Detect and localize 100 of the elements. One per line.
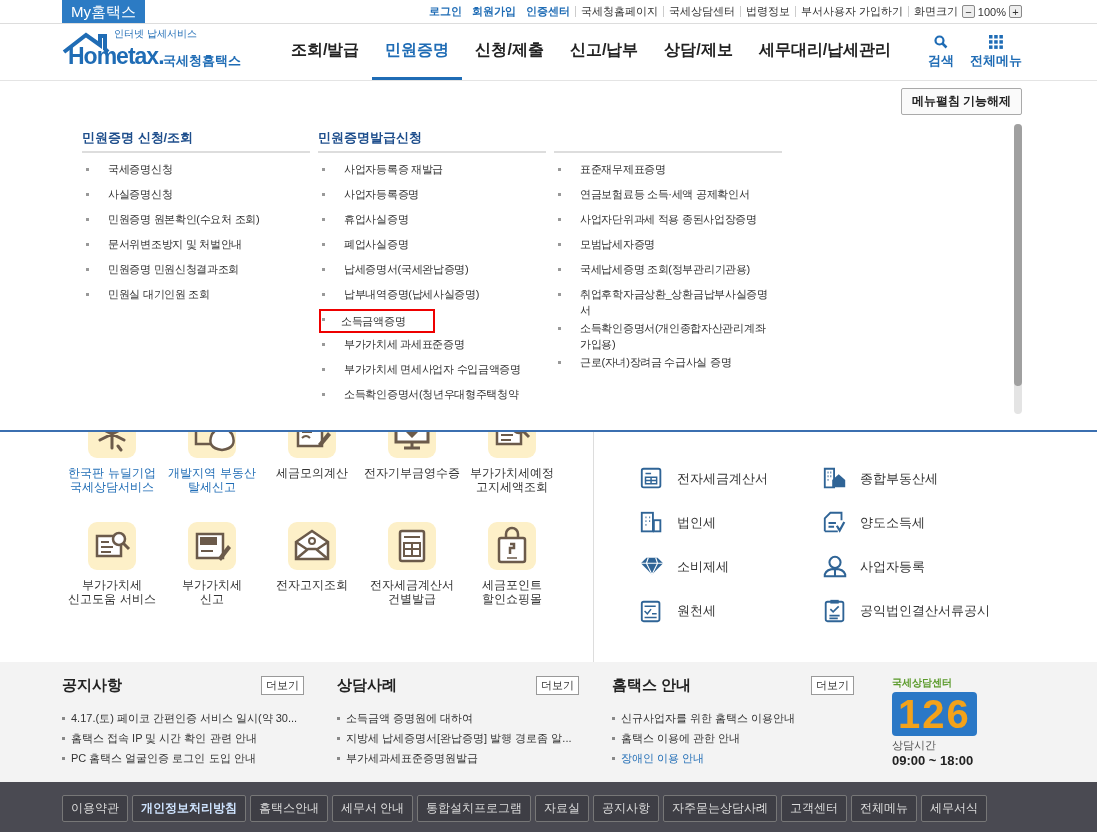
tax-link[interactable]: 사업자등록 [860, 558, 925, 576]
notice-link[interactable]: 지방세 납세증명서[완납증명] 발행 경로좀 알... [346, 730, 572, 746]
footer-link[interactable]: 자주묻는상담사례 [663, 795, 778, 822]
nav-tab[interactable]: 신청/제출 [462, 24, 557, 80]
nav-tab[interactable]: 상담/제보 [651, 24, 746, 80]
bullet-icon [322, 293, 325, 296]
top-link[interactable]: 법령정보 [739, 6, 795, 17]
zoom-out-button[interactable]: − [961, 5, 975, 18]
menu-link[interactable]: 국세납세증명 조회(정부관리기관용) [575, 259, 755, 279]
service-link[interactable]: 전자고지조회 [276, 578, 348, 620]
top-link[interactable]: 회원가입 [466, 6, 521, 17]
logo-name[interactable]: 국세청홈택스 [163, 52, 241, 70]
bullet-icon [558, 361, 561, 364]
service-link[interactable]: 한국판 뉴딜기업 국세상담서비스 [68, 466, 156, 508]
menu-link[interactable]: 표준재무제표증명 [575, 159, 671, 179]
more-button[interactable]: 더보기 [536, 676, 579, 695]
notice-link[interactable]: PC 홈택스 얼굴인증 로그인 도입 안내 [71, 750, 256, 766]
menu-link[interactable]: 부가가치세 과세표준증명 [339, 334, 470, 354]
service-link[interactable]: 세금포인트 할인쇼핑몰 [482, 578, 542, 620]
menu-link[interactable]: 납세증명서(국세완납증명) [339, 259, 474, 279]
nav-tab[interactable]: 민원증명 [372, 24, 463, 80]
footer-link[interactable]: 공지사항 [593, 795, 660, 822]
footer-link[interactable]: 세무서식 [921, 795, 988, 822]
menu-link[interactable]: 민원실 대기인원 조회 [103, 284, 215, 304]
top-link[interactable]: 인증센터 [520, 6, 575, 17]
logo-wordmark[interactable]: Hometax. [68, 43, 164, 70]
service-link[interactable]: 부가가치세예정 고지세액조회 [470, 466, 554, 508]
tax-link[interactable]: 전자세금계산서 [677, 470, 768, 488]
tax-link[interactable]: 소비제세 [677, 558, 729, 576]
notice-link[interactable]: 4.17.(토) 페이코 간편인증 서비스 일시(약 30... [71, 710, 298, 726]
menu-link[interactable]: 사업자단위과세 적용 종된사업장증명 [575, 209, 762, 229]
menu-link[interactable]: 사실증명신청 [103, 184, 178, 204]
footer-link[interactable]: 이용약관 [62, 795, 128, 822]
menu-link[interactable]: 부가가치세 면세사업자 수입금액증명 [339, 359, 526, 379]
more-button[interactable]: 더보기 [261, 676, 304, 695]
grid-icon [989, 34, 1003, 49]
search-button[interactable]: 검색 [928, 34, 954, 70]
top-link[interactable]: 국세상담센터 [662, 6, 740, 17]
footer-link[interactable]: 자료실 [535, 795, 590, 822]
footer-link[interactable]: 전체메뉴 [851, 795, 918, 822]
menu-link[interactable]: 소득확인증명서(청년우대형주택청약 [339, 384, 524, 404]
service-link[interactable]: 전자세금계산서 건별발급 [370, 578, 454, 620]
nav-tab[interactable]: 신고/납부 [556, 24, 652, 80]
notice-link[interactable]: 장애인 이용 안내 [621, 750, 705, 766]
shopping-bag-icon[interactable] [488, 522, 536, 570]
calculator-icon[interactable] [388, 522, 436, 570]
top-link[interactable]: 부서사용자 가입하기 [794, 6, 908, 17]
service-link[interactable]: 부가가치세 신고 [182, 578, 242, 620]
menu-link[interactable]: 모범납세자증명 [575, 234, 660, 254]
menu-link[interactable]: 사업자등록증명 [339, 184, 424, 204]
nav-tab[interactable]: 조회/발급 [278, 24, 373, 80]
zoom-label: 화면크기 [907, 6, 962, 17]
menu-link[interactable]: 취업후학자금상환_상환금납부사실증명서 [575, 284, 782, 320]
all-menu-button[interactable]: 전체메뉴 [970, 34, 1022, 70]
menu-link[interactable]: 민원증명 민원신청결과조회 [103, 259, 245, 279]
nav-tab[interactable]: 세무대리/납세관리 [745, 24, 905, 80]
logo-tagline: 인터넷 납세서비스 [114, 27, 197, 41]
tax-link[interactable]: 공익법인결산서류공시 [860, 602, 990, 620]
service-link[interactable]: 전자기부금영수증 [364, 466, 460, 508]
person-icon [822, 554, 848, 580]
footer-link[interactable]: 개인정보처리방침 [132, 795, 246, 822]
menu-link[interactable]: 납부내역증명(납세사실증명) [339, 284, 485, 304]
menu-link[interactable]: 소득확인증명서(개인종합자산관리계좌 가입용) [575, 318, 782, 354]
menu-link[interactable]: 국세증명신청 [103, 159, 178, 179]
vat-document-icon[interactable] [188, 522, 236, 570]
service-link[interactable]: 세금모의계산 [276, 466, 348, 508]
menu-link[interactable]: 소득금액증명 [319, 309, 436, 333]
tax-link[interactable]: 양도소득세 [860, 514, 925, 532]
tax-link[interactable]: 법인세 [677, 514, 716, 532]
notice-link[interactable]: 신규사업자를 위한 홈택스 이용안내 [621, 710, 796, 726]
menu-link[interactable]: 휴업사실증명 [339, 209, 414, 229]
top-link[interactable]: 로그인 [423, 6, 467, 17]
menu-link[interactable]: 근로(자녀)장려금 수급사실 증명 [575, 352, 737, 372]
envelope-icon[interactable] [288, 522, 336, 570]
menu-link[interactable]: 연금보험료등 소득·세액 공제확인서 [575, 184, 755, 204]
bullet-icon [62, 756, 65, 760]
bullet-icon [337, 716, 340, 720]
footer-link[interactable]: 통합설치프로그램 [417, 795, 532, 822]
footer-link[interactable]: 고객센터 [781, 795, 848, 822]
notice-link[interactable]: 소득금액 증명원에 대하여 [346, 710, 474, 726]
document-search-icon[interactable] [88, 522, 136, 570]
notice-link[interactable]: 홈택스 이용에 관한 안내 [621, 730, 741, 746]
menu-link[interactable]: 문서위변조방지 및 처벌안내 [103, 234, 247, 254]
menu-link[interactable]: 폐업사실증명 [339, 234, 414, 254]
footer-link[interactable]: 세무서 안내 [332, 795, 414, 822]
menu-link[interactable]: 민원증명 원본확인(수요처 조회) [103, 209, 265, 229]
notice-link[interactable]: 부가세과세표준증명원발급 [346, 750, 478, 766]
tax-link[interactable]: 원천세 [677, 602, 716, 620]
menu-toggle-button[interactable]: 메뉴펼침 기능해제 [900, 88, 1022, 115]
my-hometax-tab[interactable]: My홈택스 [62, 0, 145, 23]
tax-link[interactable]: 종합부동산세 [860, 470, 938, 488]
zoom-in-button[interactable]: + [1009, 5, 1022, 18]
service-link[interactable]: 부가가치세 신고도움 서비스 [68, 578, 156, 620]
more-button[interactable]: 더보기 [811, 676, 854, 695]
footer-link[interactable]: 홈택스안내 [250, 795, 328, 822]
top-link[interactable]: 국세청홈페이지 [574, 6, 663, 17]
service-link[interactable]: 개발지역 부동산 탈세신고 [168, 466, 256, 508]
notice-link[interactable]: 홈택스 접속 IP 및 시간 확인 관련 안내 [71, 730, 257, 746]
menu-link[interactable]: 사업자등록증 재발급 [339, 159, 449, 179]
bullet-icon [558, 168, 561, 171]
